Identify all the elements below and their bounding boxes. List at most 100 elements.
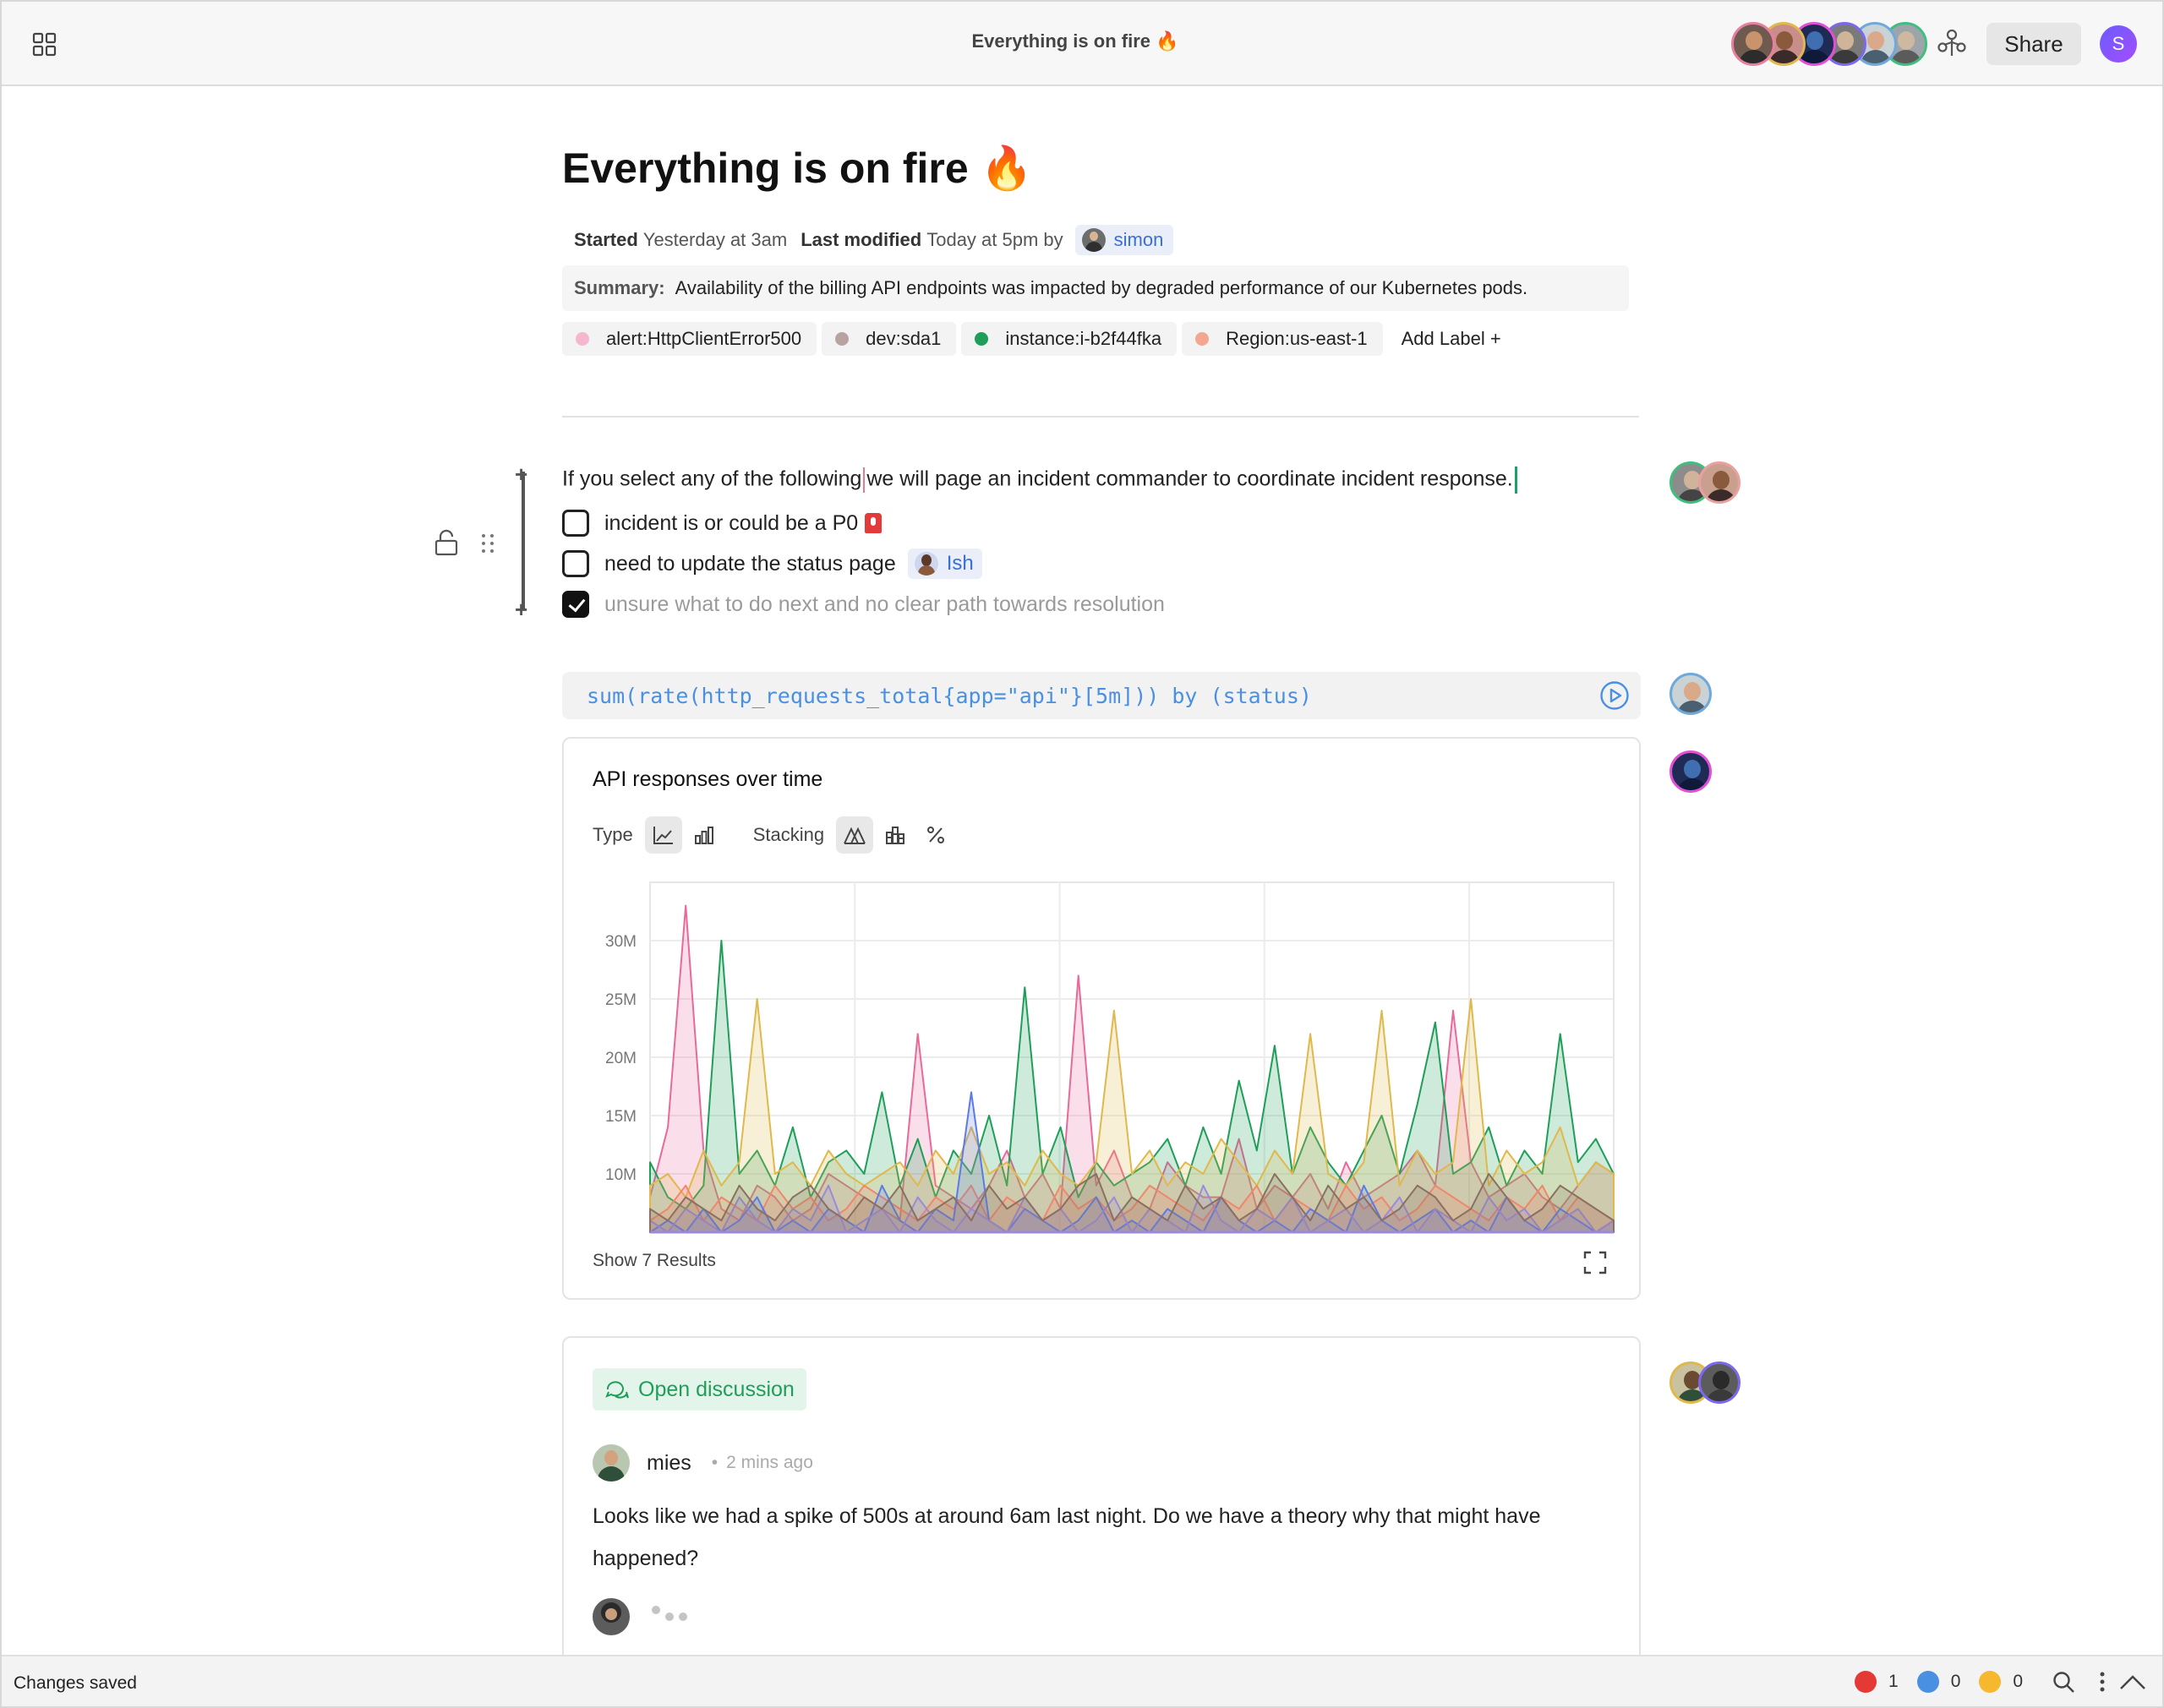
document-title[interactable]: Everything is on fire 🔥 [562, 144, 1033, 194]
stacking-percent-button[interactable] [917, 816, 954, 854]
type-label: Type [593, 824, 633, 845]
label-color-dot [835, 332, 850, 346]
warning-count: 0 [2013, 1672, 2024, 1691]
modified-value: Today at 5pm by [926, 229, 1063, 250]
modified-by-name: simon [1113, 229, 1164, 250]
more-options-icon[interactable] [2099, 1670, 2106, 1694]
checklist-item-status-page[interactable]: need to update the status page Ish [562, 548, 982, 579]
run-query-icon[interactable] [1599, 680, 1630, 711]
checklist-item-text: unsure what to do next and no clear path… [604, 592, 1165, 616]
open-discussion-badge[interactable]: Open discussion [593, 1368, 806, 1411]
stacking-stacked-button[interactable] [877, 816, 914, 854]
modified-by-chip[interactable]: simon [1074, 225, 1174, 255]
avatar [1669, 750, 1712, 793]
block-collaborators[interactable] [1669, 750, 1712, 793]
label-color-dot [1195, 332, 1210, 346]
search-icon[interactable] [2052, 1670, 2075, 1694]
label-chip[interactable]: alert:HttpClientError500 [562, 322, 817, 356]
show-results-link[interactable]: Show 7 Results [593, 1251, 716, 1271]
avatar [1669, 673, 1712, 715]
y-tick-label: 20M [605, 1050, 637, 1067]
summary-box[interactable]: Summary: Availability of the billing API… [562, 265, 1629, 311]
label-list: alert:HttpClientError500 dev:sda1 instance… [562, 322, 1501, 356]
typing-indicator [593, 1598, 692, 1635]
intro-part-1: If you select any of the following [562, 467, 862, 491]
status-bar: Changes saved 1 0 0 [2, 1655, 2162, 1706]
label-color-dot [576, 332, 589, 346]
label-chip[interactable]: dev:sda1 [822, 322, 957, 356]
user-avatar[interactable]: S [2100, 25, 2137, 63]
comment-time: 2 mins ago [726, 1453, 813, 1472]
checklist-item-unsure[interactable]: unsure what to do next and no clear path… [562, 591, 1165, 618]
save-status: Changes saved [14, 1673, 137, 1693]
block-selection-rail [522, 472, 525, 608]
label-chip[interactable]: Region:us-east-1 [1182, 322, 1383, 356]
area-chart[interactable]: 10M 15M 20M 25M 30M [581, 872, 1629, 1244]
comment-author[interactable]: mies [647, 1451, 691, 1476]
y-tick-label: 25M [605, 991, 637, 1009]
stacking-none-button[interactable] [836, 816, 874, 854]
info-count: 0 [1950, 1672, 1961, 1691]
collaborator-cursor [1514, 467, 1517, 494]
error-indicator-icon[interactable] [1855, 1671, 1877, 1693]
label-text: Region:us-east-1 [1226, 328, 1368, 349]
stacked-bar-icon [886, 827, 905, 844]
share-button[interactable]: Share [1986, 23, 2081, 65]
unlock-icon[interactable] [434, 529, 458, 556]
error-count: 1 [1888, 1672, 1899, 1691]
collaborator-avatar[interactable] [1731, 22, 1775, 66]
checkbox[interactable] [562, 510, 589, 537]
summary-label: Summary: [574, 277, 665, 298]
checklist-item-p0[interactable]: incident is or could be a P0 [562, 510, 883, 537]
chart-card: API responses over time Type Stacking 10… [562, 737, 1641, 1300]
info-indicator-icon[interactable] [1916, 1671, 1939, 1693]
checkbox[interactable] [562, 550, 589, 577]
line-chart-button[interactable] [644, 816, 682, 854]
query-input[interactable]: sum(rate(http_requests_total{app="api"}[… [562, 672, 1641, 719]
discussion-card: Open discussion mies • 2 mins ago Looks l… [562, 1336, 1641, 1706]
label-text: instance:i-b2f44fka [1005, 328, 1162, 349]
block-collaborators[interactable] [1669, 1361, 1740, 1404]
collaborator-avatars[interactable] [1731, 22, 1927, 68]
collaborator-cursor [863, 467, 866, 493]
y-tick-label: 10M [605, 1166, 637, 1184]
section-divider [562, 416, 1639, 417]
badge-label: Open discussion [638, 1377, 795, 1401]
checklist-item-text: incident is or could be a P0 [604, 510, 859, 535]
chart-controls: Type Stacking [593, 816, 954, 854]
checklist-intro[interactable]: If you select any of the following we wil… [562, 467, 1517, 494]
label-chip[interactable]: instance:i-b2f44fka [961, 322, 1178, 356]
comment-header: mies • 2 mins ago [593, 1444, 813, 1482]
avatar [1081, 228, 1106, 252]
warning-indicator-icon[interactable] [1979, 1671, 2002, 1693]
top-bar: Everything is on fire 🔥 Share S [2, 2, 2162, 86]
overlap-area-icon [844, 827, 866, 844]
block-collaborators[interactable] [1669, 673, 1712, 715]
label-text: alert:HttpClientError500 [606, 328, 802, 349]
avatar [593, 1598, 630, 1635]
started-label: Started [574, 229, 638, 250]
mention-chip[interactable]: Ish [907, 548, 982, 579]
expand-icon[interactable] [1583, 1251, 1607, 1274]
checkbox-checked[interactable] [562, 591, 589, 618]
checklist-item-text: need to update the status page [604, 551, 896, 576]
chevron-up-icon[interactable] [2119, 1673, 2146, 1690]
branch-icon[interactable] [1937, 29, 1966, 59]
avatar [1698, 1361, 1740, 1404]
modified-label: Last modified [801, 229, 922, 250]
y-tick-label: 30M [605, 933, 637, 951]
block-collaborators[interactable] [1669, 461, 1740, 504]
drag-handle-icon[interactable] [480, 532, 495, 554]
intro-part-2: we will page an incident commander to co… [866, 467, 1513, 491]
siren-icon [865, 513, 883, 533]
status-indicators: 1 0 0 [1855, 1670, 2146, 1694]
label-color-dot [975, 332, 989, 346]
started-value: Yesterday at 3am [642, 229, 788, 250]
stacking-label: Stacking [752, 824, 825, 845]
add-block-below-icon[interactable]: + [515, 597, 527, 623]
typing-dots [652, 1606, 692, 1621]
app-window: Everything is on fire 🔥 Share S Everythi… [0, 0, 2164, 1708]
add-label-button[interactable]: Add Label + [1388, 322, 1501, 356]
bar-chart-button[interactable] [686, 816, 723, 854]
document-meta: Started Yesterday at 3am Last modified T… [574, 225, 1174, 255]
